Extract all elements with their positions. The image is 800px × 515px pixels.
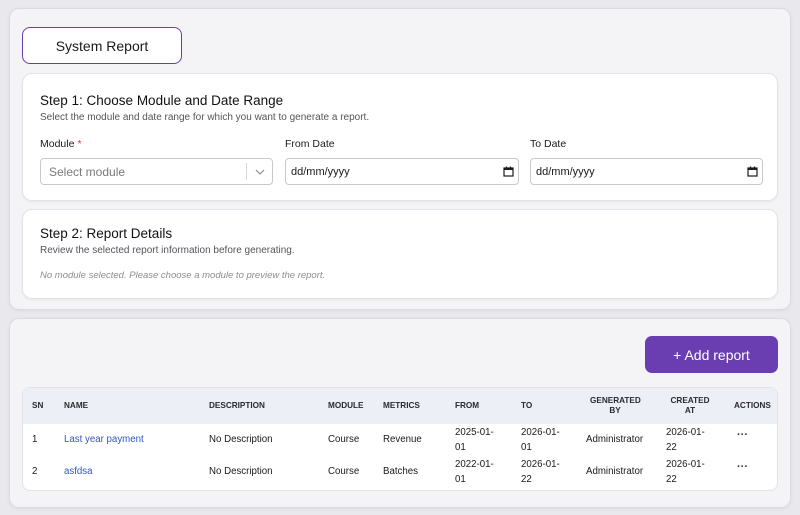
from-date-input[interactable]: dd/mm/yyyy [285,158,519,185]
row-to-line1: 2026-01- [521,427,560,438]
row-to-line2: 01 [521,442,532,453]
header-created-at-line2: AT [684,406,696,415]
step2-subtitle: Review the selected report information b… [40,245,295,256]
row-from-line1: 2022-01- [455,459,494,470]
calendar-icon[interactable] [742,166,762,177]
row-from-line2: 01 [455,442,466,453]
module-select[interactable]: Select module [40,158,273,185]
row-sn: 1 [32,434,38,445]
row-created-line1: 2026-01- [666,459,705,470]
header-sn: SN [32,401,44,410]
step1-title: Step 1: Choose Module and Date Range [40,93,284,108]
more-horizontal-icon[interactable]: ··· [737,461,748,473]
row-description: No Description [209,434,273,445]
row-to: 2026-01- 22 [521,457,560,487]
report-setup-panel: System Report Step 1: Choose Module and … [9,8,791,310]
add-report-button[interactable]: + Add report [645,336,778,373]
header-created-at-line1: CREATED [670,396,710,405]
row-name-link[interactable]: Last year payment [64,432,144,447]
header-metrics: METRICS [383,401,420,410]
reports-table: SN NAME DESCRIPTION MODULE METRICS FROM … [22,387,778,491]
header-to: TO [521,401,533,410]
header-description: DESCRIPTION [209,401,265,410]
more-horizontal-icon[interactable]: ··· [737,429,748,441]
row-module: Course [328,466,360,477]
to-date-input[interactable]: dd/mm/yyyy [530,158,763,185]
row-created-line1: 2026-01- [666,427,705,438]
row-module: Course [328,434,360,445]
row-generated-by: Administrator [586,466,644,477]
header-generated-by-line2: BY [609,406,621,415]
from-date-label: From Date [285,138,335,150]
step1-subtitle: Select the module and date range for whi… [40,112,370,123]
row-created-line2: 22 [666,474,677,485]
row-to: 2026-01- 01 [521,425,560,455]
header-module: MODULE [328,401,364,410]
row-from-line2: 01 [455,474,466,485]
header-actions: ACTIONS [734,401,771,410]
header-generated-by-line1: GENERATED [590,396,641,405]
step1-card: Step 1: Choose Module and Date Range Sel… [22,73,778,201]
row-metrics: Batches [383,466,419,477]
step2-title: Step 2: Report Details [40,226,173,241]
to-date-label: To Date [530,138,567,150]
header-name: NAME [64,401,89,410]
module-select-placeholder: Select module [49,164,126,179]
step2-card: Step 2: Report Details Review the select… [22,209,778,299]
module-label-text: Module [40,138,75,150]
chevron-down-icon[interactable] [247,169,272,175]
row-sn: 2 [32,466,38,477]
header-created-at: CREATED AT [666,396,714,416]
to-date-value: dd/mm/yyyy [536,165,595,178]
header-from: FROM [455,401,480,410]
reports-list-panel: + Add report SN NAME DESCRIPTION MODULE … [9,318,791,508]
row-to-line1: 2026-01- [521,459,560,470]
row-created-at: 2026-01- 22 [666,425,705,455]
row-from-line1: 2025-01- [455,427,494,438]
calendar-icon[interactable] [498,166,518,177]
empty-preview-message: No module selected. Please choose a modu… [40,270,326,281]
from-date-value: dd/mm/yyyy [291,165,350,178]
required-marker: * [77,138,82,150]
row-created-at: 2026-01- 22 [666,457,705,487]
table-header: SN NAME DESCRIPTION MODULE METRICS FROM … [23,388,777,424]
row-to-line2: 22 [521,474,532,485]
row-name-link[interactable]: asfdsa [64,464,93,479]
row-description: No Description [209,466,273,477]
header-generated-by: GENERATED BY [590,396,641,416]
page-title: System Report [22,27,182,64]
row-metrics: Revenue [383,434,422,445]
row-created-line2: 22 [666,442,677,453]
row-generated-by: Administrator [586,434,644,445]
row-from: 2025-01- 01 [455,425,494,455]
row-from: 2022-01- 01 [455,457,494,487]
module-label: Module * [40,138,82,150]
